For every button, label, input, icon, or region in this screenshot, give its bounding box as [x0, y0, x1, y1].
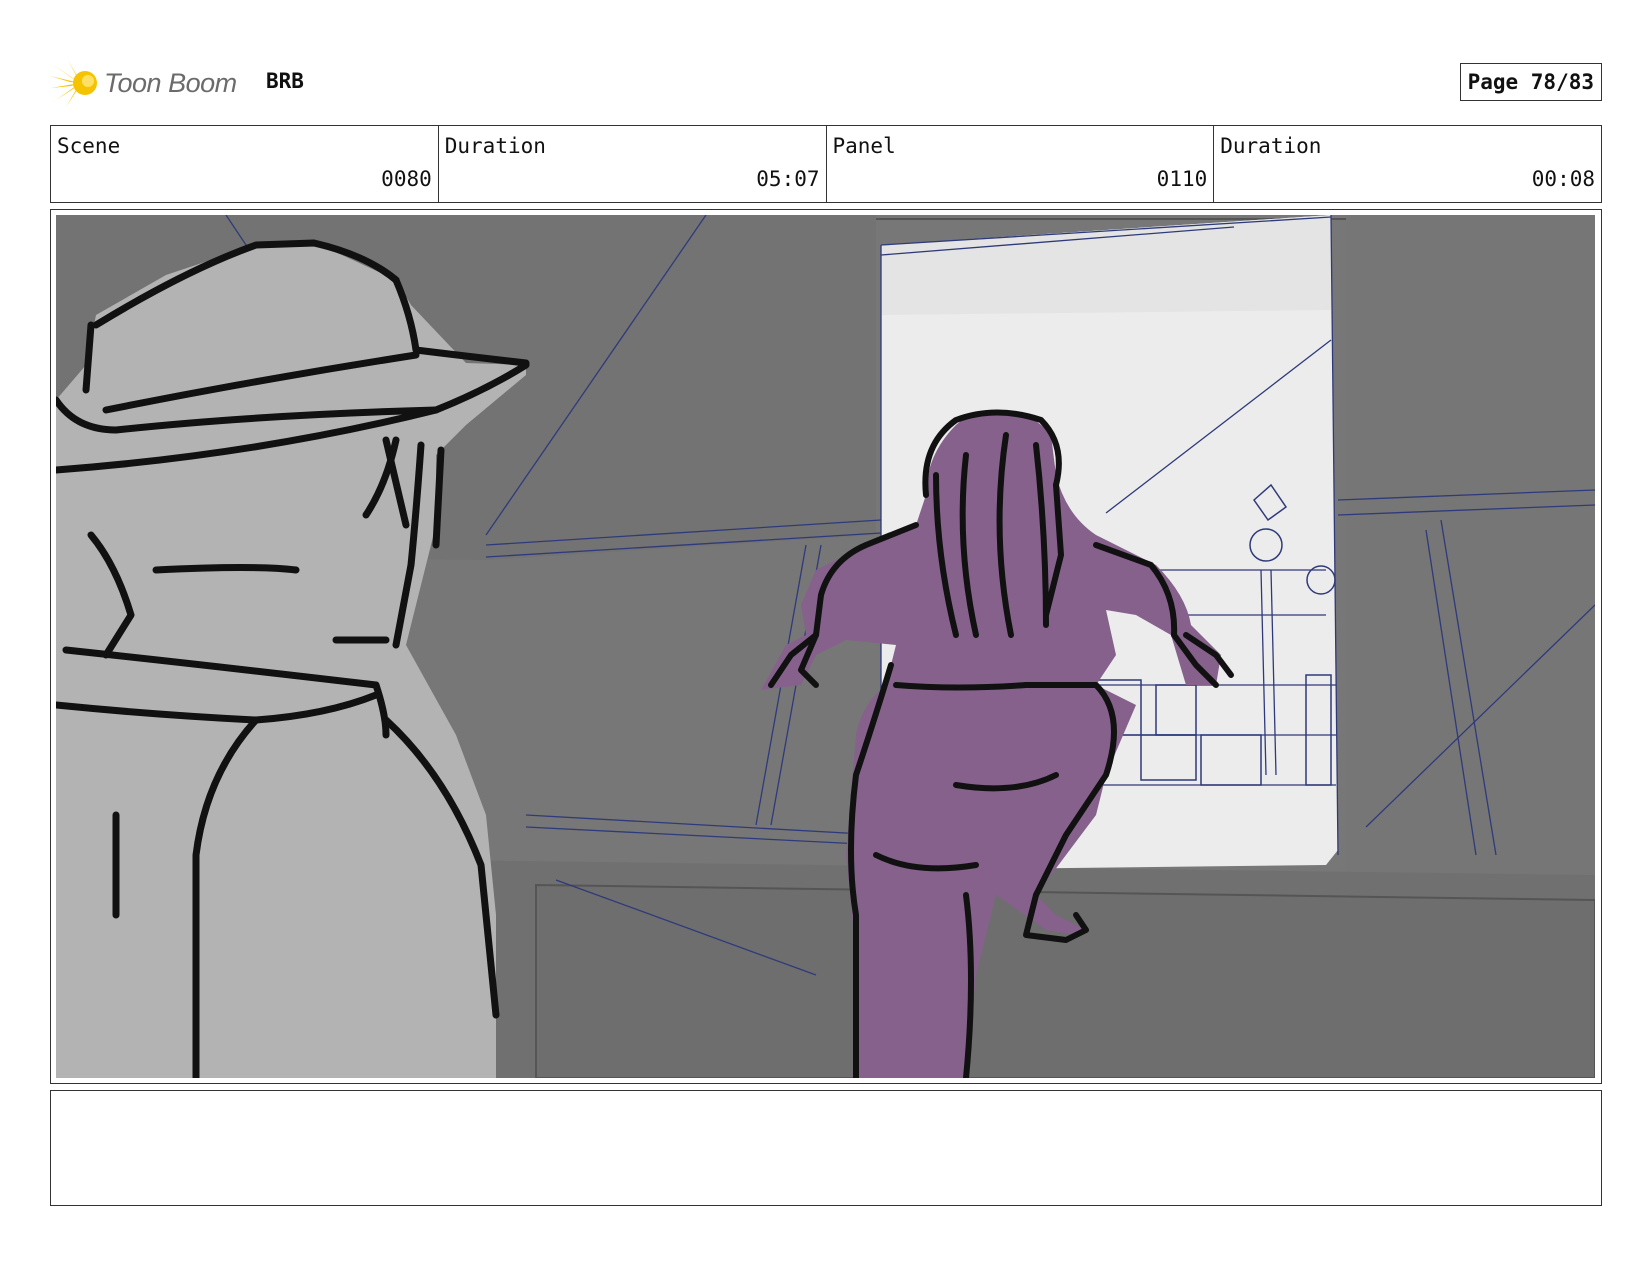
panel-notes — [50, 1090, 1602, 1206]
scene-label: Scene — [57, 134, 121, 158]
panel-label: Panel — [832, 134, 896, 158]
scene-duration-value: 05:07 — [756, 167, 820, 191]
page-indicator: Page 78/83 — [1459, 63, 1602, 101]
project-name: BRB — [266, 69, 304, 93]
panel-info-row: Scene 0080 Duration 05:07 Panel 0110 Dur… — [50, 125, 1602, 203]
page-header: Toon Boom BRB Page 78/83 — [50, 55, 1602, 110]
logo-text: Toon Boom — [104, 67, 237, 98]
scene-duration-cell: Duration 05:07 — [439, 126, 827, 202]
scene-cell: Scene 0080 — [51, 126, 439, 202]
panel-cell: Panel 0110 — [827, 126, 1215, 202]
toon-boom-logo: Toon Boom — [50, 58, 237, 108]
panel-duration-label: Duration — [1220, 134, 1322, 158]
scene-value: 0080 — [381, 167, 432, 191]
storyboard-panel — [50, 209, 1602, 1084]
panel-duration-cell: Duration 00:08 — [1214, 126, 1601, 202]
scene-duration-label: Duration — [444, 134, 546, 158]
starburst-icon — [50, 60, 97, 107]
panel-value: 0110 — [1156, 167, 1208, 191]
panel-duration-value: 00:08 — [1531, 167, 1595, 191]
panel-drawing — [56, 215, 1595, 1078]
